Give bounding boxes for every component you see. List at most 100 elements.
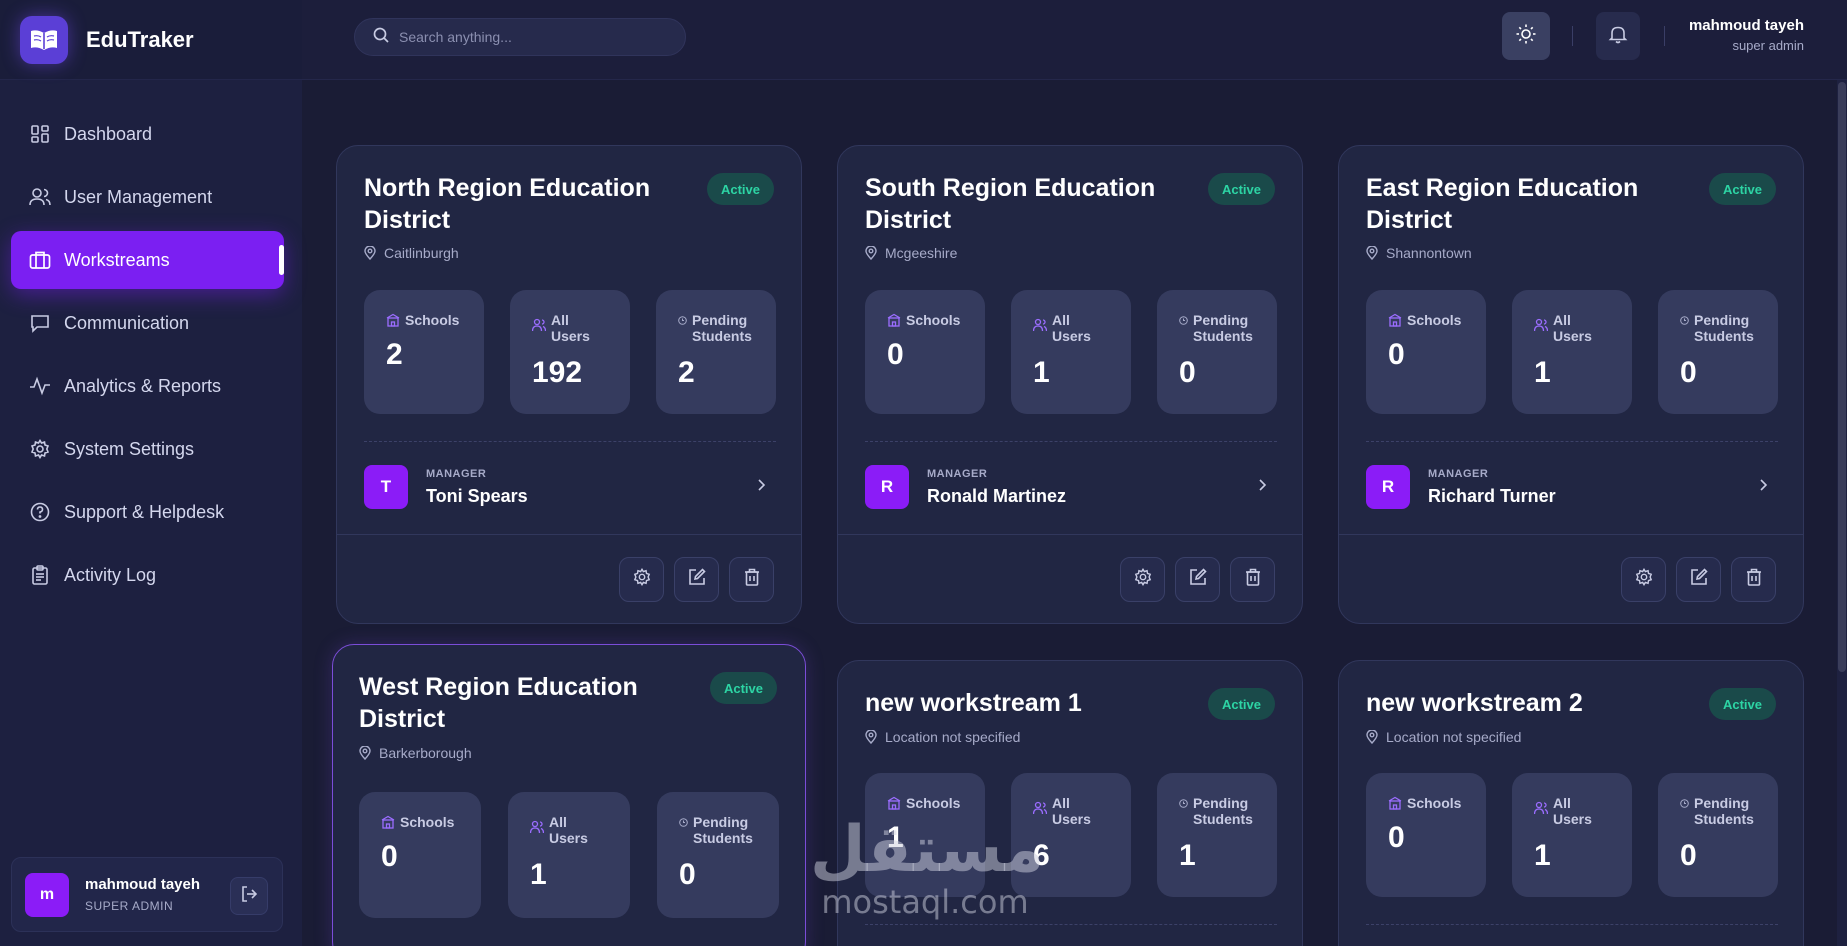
nav-label: System Settings [64, 438, 195, 459]
stat-pending: Pending Students 0 [657, 792, 779, 918]
settings-button[interactable] [1120, 557, 1165, 602]
help-icon [28, 500, 52, 524]
nav-label: Communication [64, 312, 190, 333]
card-location: Caitlinburgh [364, 245, 459, 261]
chevron-right-icon [1758, 478, 1768, 492]
gear-icon [1635, 567, 1653, 591]
card-actions [619, 557, 774, 602]
school-icon [1388, 796, 1402, 810]
nav-item-dashboard[interactable]: Dashboard [11, 105, 284, 163]
nav-item-user-management[interactable]: User Management [11, 168, 284, 226]
status-badge: Active [709, 672, 777, 704]
notifications-button[interactable] [1596, 12, 1640, 60]
delete-button[interactable] [729, 557, 774, 602]
stat-pending: Pending Students 0 [1658, 290, 1778, 414]
delete-button[interactable] [1230, 557, 1275, 602]
topbar-user-name: mahmoud tayeh [1688, 17, 1804, 34]
stat-pending: Pending Students 1 [1157, 773, 1277, 897]
settings-button[interactable] [1621, 557, 1666, 602]
card-title: new workstream 1 [865, 689, 1082, 717]
stat-value: 1 [1534, 839, 1551, 872]
divider [1366, 924, 1778, 925]
nav-item-workstreams[interactable]: Workstreams [11, 231, 284, 289]
stat-schools: Schools 0 [865, 290, 985, 414]
topbar-user[interactable]: mahmoud tayeh super admin [1689, 17, 1804, 53]
location-text: Shannontown [1386, 245, 1472, 261]
stat-value: 0 [1680, 839, 1697, 872]
divider [838, 534, 1302, 535]
search-box[interactable] [354, 18, 686, 56]
manager-label: MANAGER [1428, 467, 1489, 480]
school-icon [1388, 313, 1402, 327]
avatar: R [865, 465, 909, 509]
stat-value: 0 [679, 858, 696, 891]
sidebar: EduTraker Dashboard User Management Work… [0, 0, 302, 946]
nav-label: Workstreams [64, 249, 170, 270]
nav-item-support-helpdesk[interactable]: Support & Helpdesk [11, 483, 284, 541]
stat-schools: Schools 0 [1366, 773, 1486, 897]
watermark: مستقل mostaql.com [810, 815, 1044, 919]
status-badge: Active [1207, 688, 1275, 720]
chevron-right-icon [1257, 478, 1267, 492]
card-location: Shannontown [1366, 245, 1472, 261]
school-icon [386, 313, 400, 327]
nav-item-system-settings[interactable]: System Settings [11, 420, 284, 478]
sun-icon [1516, 24, 1536, 49]
map-pin-icon [1366, 730, 1378, 744]
sidebar-user-role: SUPER ADMIN [85, 899, 174, 913]
stat-schools: Schools 0 [1366, 290, 1486, 414]
nav-item-analytics-reports[interactable]: Analytics & Reports [11, 357, 284, 415]
edit-button[interactable] [1175, 557, 1220, 602]
manager-row[interactable]: T MANAGER Toni Spears [364, 464, 776, 510]
map-pin-icon [865, 246, 877, 260]
nav-item-activity-log[interactable]: Activity Log [11, 546, 284, 604]
map-pin-icon [1366, 246, 1378, 260]
stat-value: 0 [1388, 821, 1405, 854]
location-text: Location not specified [1386, 729, 1522, 745]
workstream-card[interactable]: South Region Education District Active M… [837, 145, 1303, 624]
divider [1339, 534, 1803, 535]
theme-toggle-button[interactable] [1502, 12, 1550, 60]
trash-icon [744, 568, 760, 591]
card-title: West Region Education District [359, 673, 638, 733]
stat-value: 0 [887, 338, 904, 371]
workstream-card[interactable]: East Region Education District Active Sh… [1338, 145, 1804, 624]
card-location: Location not specified [1366, 729, 1521, 745]
stat-users: All Users 192 [510, 290, 630, 414]
gear-icon [28, 437, 52, 461]
workstream-card[interactable]: new workstream 2 Active Location not spe… [1338, 660, 1804, 946]
manager-label: MANAGER [927, 467, 988, 480]
sidebar-user-name: mahmoud tayeh [85, 876, 201, 893]
school-icon [381, 815, 395, 829]
card-actions [1621, 557, 1776, 602]
edit-button[interactable] [674, 557, 719, 602]
logout-icon [240, 885, 258, 908]
nav-item-communication[interactable]: Communication [11, 294, 284, 352]
users-icon [28, 185, 52, 209]
workstream-card[interactable]: West Region Education District Active Ba… [332, 644, 806, 946]
users-icon [532, 318, 546, 332]
logout-button[interactable] [230, 877, 268, 915]
dashboard-icon [28, 122, 52, 146]
card-actions [1120, 557, 1275, 602]
activity-icon [28, 374, 52, 398]
map-pin-icon [359, 746, 371, 760]
manager-row[interactable]: R MANAGER Richard Turner [1366, 464, 1778, 510]
divider [364, 441, 776, 442]
users-icon [1534, 801, 1548, 815]
edit-button[interactable] [1676, 557, 1721, 602]
delete-button[interactable] [1731, 557, 1776, 602]
card-title: East Region Education District [1366, 174, 1639, 234]
scrollbar-thumb[interactable] [1838, 82, 1846, 672]
stat-users: All Users 1 [1512, 290, 1632, 414]
location-text: Location not specified [885, 729, 1021, 745]
stat-value: 192 [532, 356, 583, 389]
settings-button[interactable] [619, 557, 664, 602]
search-input[interactable] [399, 29, 659, 45]
school-icon [887, 313, 901, 327]
stat-pending: Pending Students 0 [1658, 773, 1778, 897]
manager-row[interactable]: R MANAGER Ronald Martinez [865, 464, 1277, 510]
workstream-card[interactable]: North Region Education District Active C… [336, 145, 802, 624]
main-nav: Dashboard User Management Workstreams Co… [0, 105, 302, 609]
users-icon [530, 820, 544, 834]
